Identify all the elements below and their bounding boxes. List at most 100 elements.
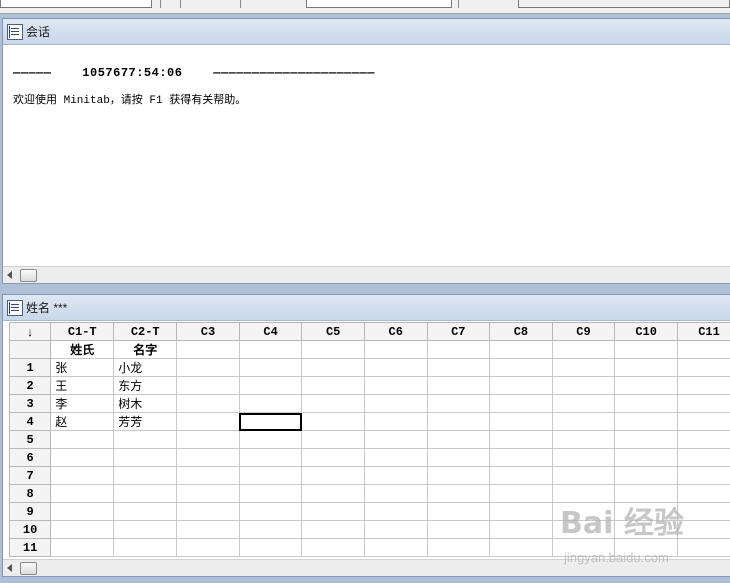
data-cell[interactable] (426, 538, 491, 557)
data-cell[interactable] (238, 376, 303, 395)
row-number[interactable]: 1 (9, 358, 52, 377)
data-cell[interactable] (363, 502, 428, 521)
column-name-cell[interactable] (551, 340, 616, 359)
column-name-cell[interactable]: 姓氏 (50, 340, 115, 359)
data-cell[interactable] (363, 358, 428, 377)
data-cell[interactable] (113, 466, 178, 485)
data-cell[interactable] (677, 466, 730, 485)
data-cell[interactable] (50, 448, 115, 467)
data-cell[interactable] (301, 358, 365, 377)
data-cell[interactable]: 东方 (113, 376, 178, 395)
data-cell[interactable] (176, 520, 240, 539)
data-cell[interactable] (301, 430, 365, 449)
data-cell[interactable] (238, 430, 303, 449)
column-header[interactable]: C6 (363, 322, 428, 341)
data-cell[interactable] (489, 376, 553, 395)
data-cell[interactable] (677, 430, 730, 449)
column-name-cell[interactable] (614, 340, 679, 359)
column-header[interactable]: C11 (677, 322, 730, 341)
scroll-left-arrow-icon[interactable] (7, 564, 12, 572)
column-name-cell[interactable] (238, 340, 303, 359)
data-cell[interactable] (50, 466, 115, 485)
direction-arrow-icon[interactable]: ↓ (9, 322, 52, 341)
data-cell[interactable] (176, 466, 240, 485)
data-cell[interactable] (614, 448, 679, 467)
data-cell[interactable] (50, 430, 115, 449)
data-cell[interactable] (489, 430, 553, 449)
column-name-cell[interactable] (677, 340, 730, 359)
column-name-cell[interactable] (176, 340, 240, 359)
data-cell[interactable] (363, 448, 428, 467)
data-cell[interactable] (551, 466, 616, 485)
data-cell[interactable] (301, 376, 365, 395)
data-cell[interactable] (426, 394, 491, 413)
data-cell[interactable] (238, 538, 303, 557)
data-cell[interactable] (426, 502, 491, 521)
scrollbar-thumb[interactable] (20, 562, 37, 575)
column-name-cell[interactable] (301, 340, 365, 359)
data-cell[interactable] (426, 466, 491, 485)
data-cell[interactable] (176, 538, 240, 557)
data-cell[interactable] (301, 412, 365, 431)
data-cell[interactable] (426, 520, 491, 539)
data-cell[interactable] (50, 502, 115, 521)
data-cell[interactable] (489, 358, 553, 377)
row-number[interactable]: 11 (9, 538, 52, 557)
column-header[interactable]: C10 (614, 322, 679, 341)
data-cell[interactable] (551, 394, 616, 413)
data-cell[interactable] (238, 520, 303, 539)
column-name-cell[interactable] (426, 340, 491, 359)
column-name-cell[interactable]: 名字 (113, 340, 178, 359)
column-header[interactable]: C7 (426, 322, 491, 341)
data-cell[interactable] (489, 502, 553, 521)
data-cell[interactable] (614, 358, 679, 377)
data-cell[interactable] (238, 466, 303, 485)
data-cell[interactable] (614, 412, 679, 431)
data-cell[interactable] (176, 358, 240, 377)
data-cell[interactable]: 李 (50, 394, 115, 413)
column-name-cell[interactable] (363, 340, 428, 359)
data-cell[interactable] (677, 358, 730, 377)
column-name-cell[interactable] (489, 340, 553, 359)
data-cell[interactable] (176, 430, 240, 449)
data-cell[interactable] (301, 538, 365, 557)
row-number[interactable]: 2 (9, 376, 52, 395)
data-cell[interactable] (677, 376, 730, 395)
data-cell[interactable] (551, 448, 616, 467)
column-header[interactable]: C9 (551, 322, 616, 341)
data-cell[interactable] (426, 376, 491, 395)
data-cell[interactable] (50, 484, 115, 503)
data-cell[interactable] (363, 484, 428, 503)
data-cell[interactable] (113, 502, 178, 521)
data-cell[interactable] (176, 394, 240, 413)
data-cell[interactable] (489, 448, 553, 467)
data-cell[interactable] (301, 448, 365, 467)
column-header[interactable]: C8 (489, 322, 553, 341)
data-cell[interactable] (238, 448, 303, 467)
data-cell[interactable] (176, 484, 240, 503)
data-cell[interactable] (551, 358, 616, 377)
toolbar-combo-2[interactable] (306, 0, 452, 8)
data-cell[interactable] (301, 466, 365, 485)
data-cell[interactable] (176, 376, 240, 395)
data-cell[interactable] (489, 466, 553, 485)
session-output[interactable]: ————— 1057677:54:06 ————————————————————… (3, 46, 730, 265)
column-header[interactable]: C5 (301, 322, 365, 341)
data-cell[interactable] (489, 394, 553, 413)
data-cell[interactable] (363, 412, 428, 431)
row-number[interactable]: 7 (9, 466, 52, 485)
row-number[interactable]: 6 (9, 448, 52, 467)
column-header[interactable]: C1-T (50, 322, 115, 341)
data-cell[interactable]: 树木 (113, 394, 178, 413)
row-number[interactable]: 10 (9, 520, 52, 539)
row-number[interactable]: 8 (9, 484, 52, 503)
data-cell[interactable] (614, 394, 679, 413)
data-cell[interactable]: 赵 (50, 412, 115, 431)
data-cell[interactable] (489, 412, 553, 431)
data-cell[interactable] (50, 520, 115, 539)
data-cell[interactable] (489, 484, 553, 503)
data-cell[interactable] (238, 502, 303, 521)
data-cell[interactable] (551, 412, 616, 431)
data-cell[interactable] (176, 412, 240, 431)
data-cell[interactable]: 小龙 (113, 358, 178, 377)
